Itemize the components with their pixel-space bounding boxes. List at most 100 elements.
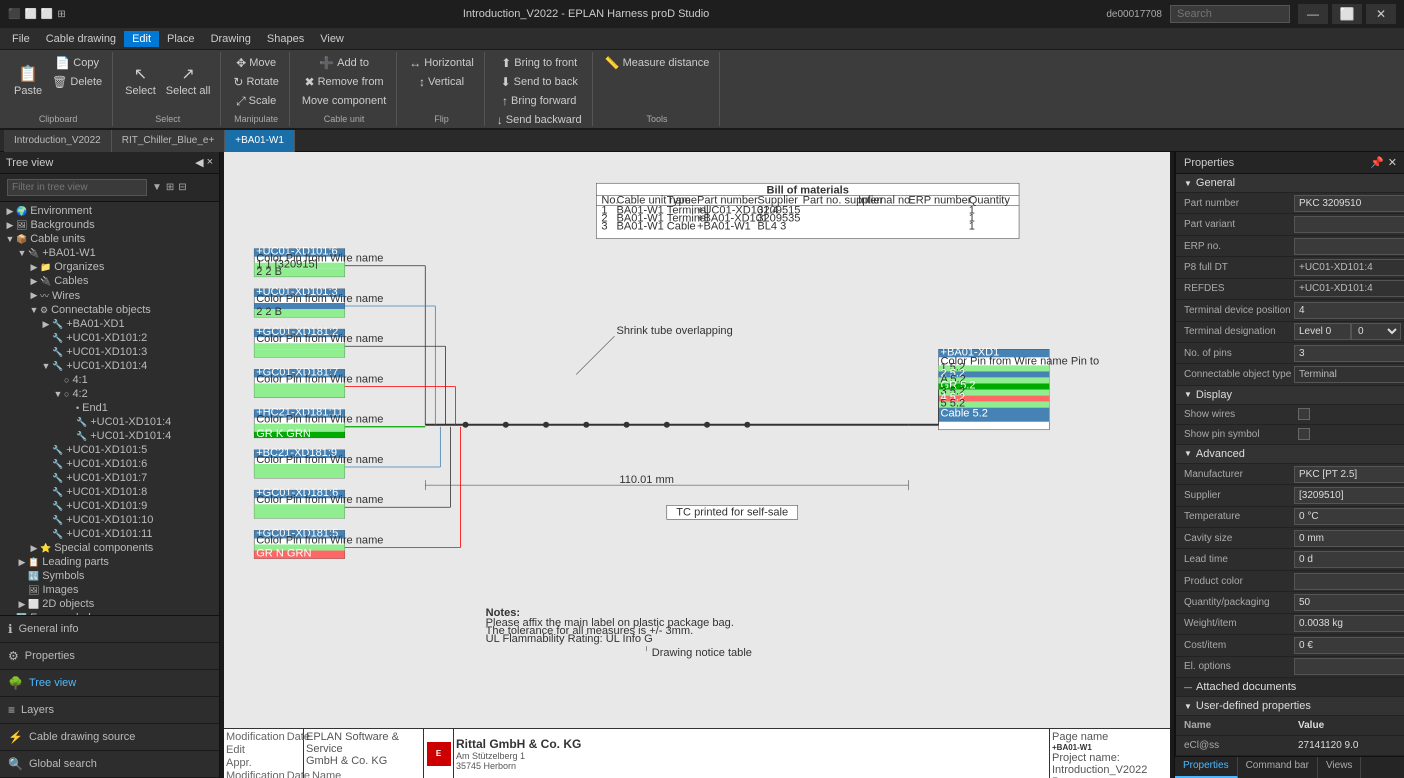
menu-view[interactable]: View [312, 31, 352, 47]
menu-shapes[interactable]: Shapes [259, 31, 312, 47]
part-number-input[interactable] [1294, 195, 1404, 212]
refdes-input[interactable] [1294, 280, 1404, 297]
quantity-packaging-input[interactable] [1294, 594, 1404, 611]
tree-expand-all-icon[interactable]: ⊞ [166, 182, 174, 193]
tree-item[interactable]: 🔧+UC01-XD101:6 [0, 457, 219, 471]
tree-expand-icon[interactable]: ▶ [16, 599, 28, 610]
canvas-area[interactable]: Bill of materials No. Cable unit name Ty… [224, 152, 1170, 778]
connector-gc01-xd181-5[interactable]: +GC01-XD181:5 Color Pin from Wire name G… [254, 527, 383, 559]
product-color-input[interactable] [1294, 573, 1404, 590]
erp-no-input[interactable] [1294, 238, 1404, 255]
menu-drawing[interactable]: Drawing [203, 31, 259, 47]
remove-from-button[interactable]: ✖ Remove from [298, 73, 390, 91]
search-input[interactable] [1170, 5, 1290, 23]
nav-properties[interactable]: ⚙ Properties [0, 643, 219, 670]
nav-cable-drawing-source[interactable]: ⚡ Cable drawing source [0, 724, 219, 751]
tree-item[interactable]: ▼📦Cable units [0, 232, 219, 246]
show-pin-symbol-checkbox[interactable] [1298, 428, 1310, 440]
send-to-back-button[interactable]: ⬇ Send to back [493, 73, 586, 91]
tree-item[interactable]: ▼🔌+BA01-W1 [0, 246, 219, 260]
tab-introduction[interactable]: Introduction_V2022 [4, 130, 112, 152]
tree-item[interactable]: 🔧+UC01-XD101:2 [0, 331, 219, 345]
tree-expand-icon[interactable]: ▶ [28, 543, 40, 554]
tree-item[interactable]: 🔧+UC01-XD101:10 [0, 513, 219, 527]
show-wires-checkbox[interactable] [1298, 408, 1310, 420]
tree-expand-icon[interactable]: ▼ [4, 234, 16, 244]
section-general[interactable]: ▼ General [1176, 174, 1404, 193]
connector-gc01-xd181-6[interactable]: +GC01-XD181:6 Color Pin from Wire name [254, 487, 383, 518]
tab-rit-chiller[interactable]: RIT_Chiller_Blue_e+ [112, 130, 226, 152]
tree-collapse-icon[interactable]: ◀ [195, 156, 203, 169]
minimize-button[interactable]: — [1298, 4, 1328, 24]
tree-expand-icon[interactable]: ▶ [28, 262, 40, 273]
tree-item[interactable]: ○4:1 [0, 373, 219, 387]
close-button[interactable]: ✕ [1366, 4, 1396, 24]
measure-distance-button[interactable]: 📏 Measure distance [601, 54, 714, 72]
tree-item[interactable]: 🔧+UC01-XD101:11 [0, 527, 219, 541]
tree-item[interactable]: 🔧+UC01-XD101:4 [0, 429, 219, 443]
cost-item-input[interactable] [1294, 637, 1404, 654]
tab-properties[interactable]: Properties [1175, 757, 1238, 778]
tree-menu-icon[interactable]: × [207, 156, 213, 169]
terminal-designation-input[interactable] [1294, 323, 1351, 340]
send-backward-button[interactable]: ↓ Send backward [493, 111, 586, 129]
tree-item[interactable]: 🔧+UC01-XD101:7 [0, 471, 219, 485]
tab-views[interactable]: Views [1318, 757, 1362, 778]
horizontal-button[interactable]: ↔ Horizontal [405, 54, 478, 72]
section-user-props[interactable]: ▼ User-defined properties [1176, 697, 1404, 716]
tree-item[interactable]: ▶📋Leading parts [0, 555, 219, 569]
tree-expand-icon[interactable]: ▶ [28, 276, 40, 287]
supplier-input[interactable] [1294, 487, 1404, 504]
tree-item[interactable]: ▶🌍Environment [0, 204, 219, 218]
scale-button[interactable]: ⤢ Scale [229, 92, 282, 110]
tree-expand-icon[interactable]: ▶ [4, 220, 16, 231]
section-attached-docs[interactable]: — Attached documents [1176, 678, 1404, 697]
tree-item[interactable]: ▼⚙Connectable objects [0, 303, 219, 317]
rotate-button[interactable]: ↻ Rotate [229, 73, 282, 91]
tree-expand-icon[interactable]: ▼ [16, 248, 28, 258]
tree-item[interactable]: 🔧+UC01-XD101:4 [0, 415, 219, 429]
section-advanced[interactable]: ▼ Advanced [1176, 445, 1404, 464]
move-button[interactable]: ✥ Move [229, 54, 282, 72]
tree-item[interactable]: ▼🔧+UC01-XD101:4 [0, 359, 219, 373]
tree-item[interactable]: ▼○4:2 [0, 387, 219, 401]
tree-item[interactable]: 🔧+UC01-XD101:9 [0, 499, 219, 513]
paste-button[interactable]: 📋 Paste [10, 54, 46, 110]
add-to-button[interactable]: ➕ Add to [298, 54, 390, 72]
tree-expand-icon[interactable]: ▶ [28, 290, 40, 301]
tab-ba01-w1[interactable]: +BA01-W1 [225, 130, 295, 152]
pin-icon[interactable]: 📌 [1370, 156, 1384, 169]
nav-global-search[interactable]: 🔍 Global search [0, 751, 219, 778]
connector-uc01-xd101-3[interactable]: +UC01-XD101:3 Color Pin from Wire name 2… [254, 286, 383, 318]
tree-item[interactable]: ▶⬜2D objects [0, 597, 219, 611]
tree-item[interactable]: ▶🖼Backgrounds [0, 218, 219, 232]
tree-expand-icon[interactable]: ▼ [52, 389, 64, 399]
lead-time-input[interactable] [1294, 551, 1404, 568]
connector-uc01-xd101-1[interactable]: +GC01-XD181:2 Color Pin from Wire name [254, 326, 383, 357]
select-button[interactable]: ↖ Select [121, 54, 160, 110]
menu-file[interactable]: File [4, 31, 38, 47]
cavity-size-input[interactable] [1294, 530, 1404, 547]
tree-filter-input[interactable] [7, 179, 147, 196]
terminal-device-position-input[interactable] [1294, 302, 1404, 319]
connector-ba01-xd1[interactable]: +BA01-XD1 Color Pin from Wire name Pin t… [939, 346, 1100, 429]
tree-item[interactable]: •End1 [0, 401, 219, 415]
p8-full-dt-input[interactable] [1294, 259, 1404, 276]
connector-uc01-xd101-6[interactable]: +UC01-XD101:6 Color Pin from Wire name 1… [254, 246, 383, 278]
vertical-button[interactable]: ↕ Vertical [405, 73, 478, 91]
connector-hc21-xd181-11[interactable]: +HC21-XD181:11 Color Pin from Wire name … [254, 407, 383, 440]
connectable-object-type-input[interactable] [1294, 366, 1404, 383]
tree-expand-icon[interactable]: ▼ [28, 305, 40, 315]
temperature-input[interactable] [1294, 508, 1404, 525]
tree-item[interactable]: ▶〰Wires [0, 288, 219, 303]
delete-button[interactable]: 🗑 Delete [48, 73, 106, 91]
move-component-button[interactable]: Move component [298, 92, 390, 110]
tree-item[interactable]: 🔧+UC01-XD101:8 [0, 485, 219, 499]
section-display[interactable]: ▼ Display [1176, 386, 1404, 405]
menu-cable-drawing[interactable]: Cable drawing [38, 31, 124, 47]
menu-edit[interactable]: Edit [124, 31, 159, 47]
connector-gc01-xd181-7[interactable]: +GC01-XD181:7 Color Pin from Wire name [254, 366, 383, 397]
el-options-input[interactable] [1294, 658, 1404, 675]
select-all-button[interactable]: ↗ Select all [162, 54, 215, 110]
no-of-pins-input[interactable] [1294, 345, 1404, 362]
